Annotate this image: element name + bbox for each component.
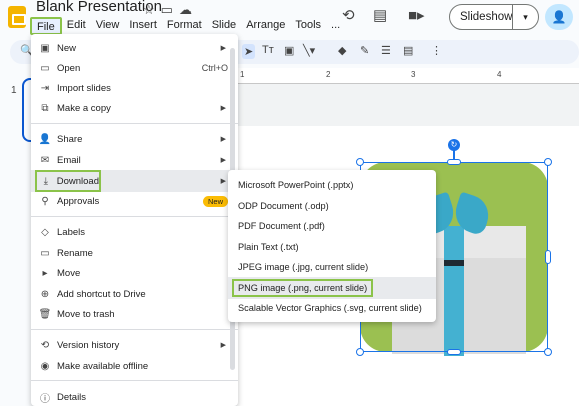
history-icon: ⟲ <box>40 339 50 351</box>
copy-icon: ⧉ <box>41 102 49 114</box>
download-submenu: Microsoft PowerPoint (.pptx) ODP Documen… <box>228 170 436 322</box>
resize-handle-top-left[interactable] <box>356 158 364 166</box>
new-badge: New <box>202 195 228 207</box>
share-button[interactable]: 👤 <box>545 4 573 30</box>
menu-arrange[interactable]: Arrange <box>241 17 290 35</box>
menu-item-labels[interactable]: ◇ Labels <box>31 222 238 242</box>
info-icon: ⓘ <box>40 393 50 405</box>
menu-item-open[interactable]: ▭ Open Ctrl+O <box>31 58 238 78</box>
chevron-down-icon[interactable]: ▾ <box>513 12 538 23</box>
menu-view[interactable]: View <box>91 17 125 35</box>
menu-item-version-history[interactable]: ⟲ Version history ▶ <box>31 335 238 355</box>
star-icon[interactable]: ☆ <box>143 2 161 17</box>
approvals-icon: ⚲ <box>41 195 49 207</box>
resize-handle-bottom-left[interactable] <box>356 348 364 356</box>
download-pdf[interactable]: PDF Document (.pdf) <box>228 216 436 236</box>
resize-handle-bottom[interactable] <box>447 349 461 355</box>
resize-handle-top-right[interactable] <box>544 158 552 166</box>
menu-tools[interactable]: Tools <box>290 17 326 35</box>
border-dash-icon[interactable]: ▤ <box>403 44 413 57</box>
rotate-handle-icon[interactable]: ↻ <box>448 139 460 151</box>
menu-insert[interactable]: Insert <box>124 17 162 35</box>
label-icon: ◇ <box>41 226 49 238</box>
slideshow-label[interactable]: Slideshow <box>450 11 512 23</box>
select-icon[interactable]: ➤ <box>242 44 256 59</box>
menu-format[interactable]: Format <box>162 17 207 35</box>
menu-bar: File Edit View Insert Format Slide Arran… <box>30 17 345 35</box>
menu-edit[interactable]: Edit <box>62 17 91 35</box>
download-odp[interactable]: ODP Document (.odp) <box>228 196 436 216</box>
file-menu: ▣ New ▶ ▭ Open Ctrl+O ⇥ Import slides ⧉ … <box>31 34 238 406</box>
menu-item-add-shortcut[interactable]: ⊕ Add shortcut to Drive <box>31 284 238 304</box>
menu-item-share[interactable]: 👤 Share ▶ <box>31 129 238 149</box>
slide-number: 1 <box>11 85 17 96</box>
rename-icon: ▭ <box>40 247 50 259</box>
trash-icon: 🗑 <box>38 308 52 320</box>
menu-slide[interactable]: Slide <box>207 17 241 35</box>
text-box-icon[interactable]: Tт <box>262 44 274 56</box>
menu-item-move-to-trash[interactable]: 🗑 Move to trash <box>31 304 238 324</box>
menu-file[interactable]: File <box>30 17 62 35</box>
menu-item-offline[interactable]: ◉ Make available offline <box>31 356 238 376</box>
menu-item-rename[interactable]: ▭ Rename <box>31 243 238 263</box>
fill-color-icon[interactable]: ◆ <box>338 44 346 57</box>
resize-handle-bottom-right[interactable] <box>544 348 552 356</box>
meet-icon[interactable]: ■▸ <box>408 6 425 24</box>
menu-item-import-slides[interactable]: ⇥ Import slides <box>31 78 238 98</box>
menu-item-approvals[interactable]: ⚲ Approvals New <box>31 191 238 211</box>
horizontal-ruler: 1 2 3 4 <box>237 68 579 84</box>
share-icon: 👤 <box>38 133 52 145</box>
menu-item-move[interactable]: ▸ Move <box>31 263 238 283</box>
slides-logo-icon[interactable] <box>8 6 26 28</box>
line-icon[interactable]: ╲▾ <box>303 44 315 57</box>
comments-icon[interactable]: ▤ <box>373 6 387 24</box>
import-icon: ⇥ <box>40 82 50 94</box>
offline-icon: ◉ <box>40 360 50 372</box>
menu-item-details[interactable]: ⓘ Details <box>31 387 238 406</box>
download-svg[interactable]: Scalable Vector Graphics (.svg, current … <box>228 298 436 318</box>
cloud-status-icon[interactable]: ☁ <box>179 2 198 17</box>
menu-item-email[interactable]: ✉ Email ▶ <box>31 150 238 170</box>
menu-item-new[interactable]: ▣ New ▶ <box>31 38 238 58</box>
drive-shortcut-icon: ⊕ <box>40 288 50 300</box>
history-icon[interactable]: ⟲ <box>342 6 355 24</box>
download-icon: ⤓ <box>43 175 49 187</box>
border-weight-icon[interactable]: ☰ <box>381 44 391 57</box>
more-options-icon[interactable]: ⋮ <box>431 44 442 57</box>
border-color-icon[interactable]: ✎ <box>360 44 369 57</box>
download-png[interactable]: PNG image (.png, current slide) <box>228 277 436 299</box>
slideshow-button[interactable]: Slideshow ▾ <box>449 4 539 30</box>
download-jpg[interactable]: JPEG image (.jpg, current slide) <box>228 257 436 277</box>
email-icon: ✉ <box>40 154 50 166</box>
new-icon: ▣ <box>40 42 50 54</box>
resize-handle-top[interactable] <box>447 159 461 165</box>
download-txt[interactable]: Plain Text (.txt) <box>228 237 436 257</box>
resize-handle-right[interactable] <box>545 250 551 264</box>
menu-item-download[interactable]: ⤓ Download ▶ <box>31 170 238 192</box>
move-folder-icon[interactable]: ▭ <box>161 2 179 17</box>
folder-icon: ▭ <box>40 62 50 74</box>
image-icon[interactable]: ▣ <box>284 44 294 57</box>
download-pptx[interactable]: Microsoft PowerPoint (.pptx) <box>228 175 436 195</box>
move-icon: ▸ <box>42 267 48 279</box>
add-person-icon: 👤 <box>551 10 567 24</box>
menu-item-make-copy[interactable]: ⧉ Make a copy ▶ <box>31 98 238 118</box>
